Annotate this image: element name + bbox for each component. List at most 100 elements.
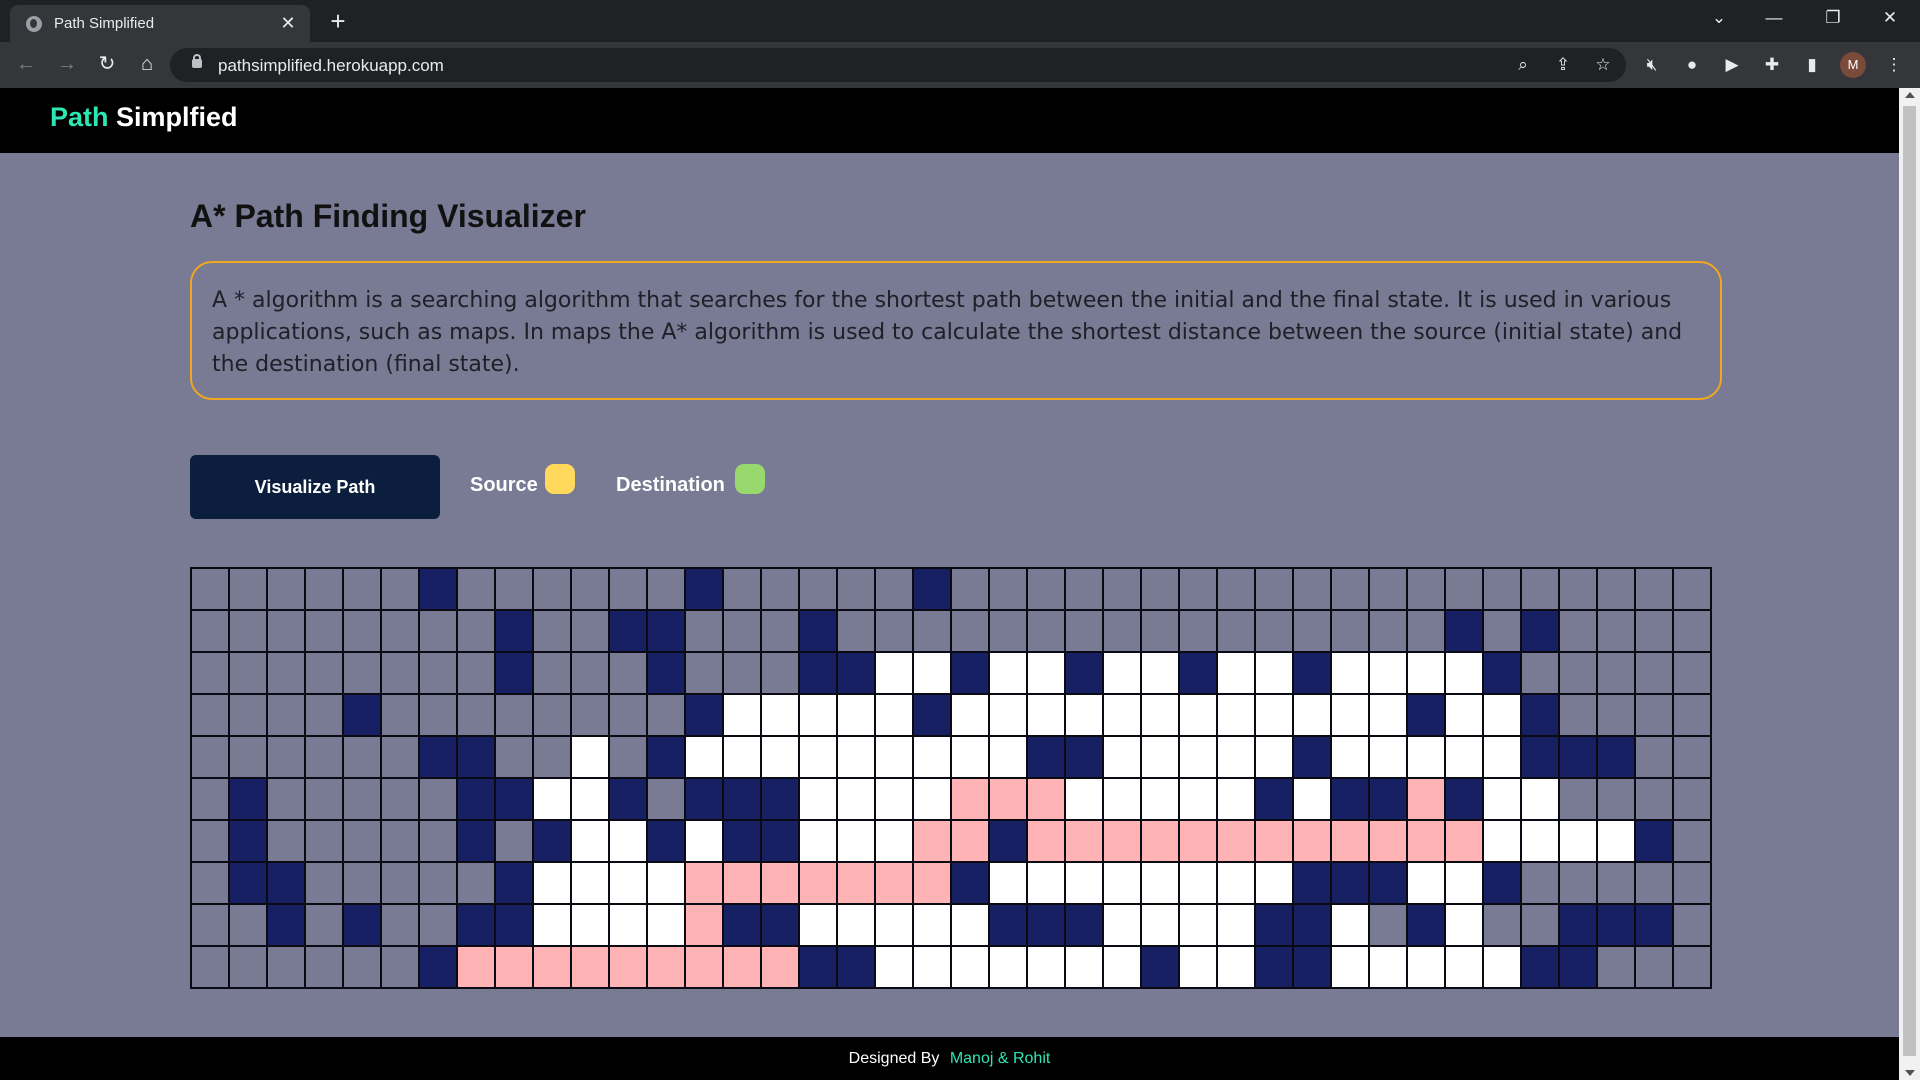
grid-cell-empty[interactable] xyxy=(1066,611,1104,653)
grid-cell-path[interactable] xyxy=(762,947,800,989)
grid-cell-visited[interactable] xyxy=(914,779,952,821)
grid-cell-wall[interactable] xyxy=(762,821,800,863)
grid-cell-visited[interactable] xyxy=(952,737,990,779)
extension-icon[interactable]: ● xyxy=(1678,51,1706,79)
address-bar[interactable]: pathsimplified.herokuapp.com ⌕ ⇪ ☆ xyxy=(170,48,1626,82)
grid-cell-empty[interactable] xyxy=(1104,569,1142,611)
grid-cell-visited[interactable] xyxy=(800,695,838,737)
home-icon[interactable]: ⌂ xyxy=(133,50,161,78)
grid-cell-wall[interactable] xyxy=(762,779,800,821)
forward-icon[interactable]: → xyxy=(53,50,81,78)
grid-cell-empty[interactable] xyxy=(382,779,420,821)
grid-cell-empty[interactable] xyxy=(1028,569,1066,611)
grid-cell-empty[interactable] xyxy=(1598,947,1636,989)
grid-cell-empty[interactable] xyxy=(1104,611,1142,653)
grid-cell-wall[interactable] xyxy=(458,905,496,947)
grid-cell-empty[interactable] xyxy=(192,863,230,905)
grid-cell-visited[interactable] xyxy=(610,821,648,863)
grid-cell-wall[interactable] xyxy=(648,737,686,779)
grid-cell-empty[interactable] xyxy=(990,611,1028,653)
grid-cell-empty[interactable] xyxy=(382,947,420,989)
grid-cell-wall[interactable] xyxy=(800,611,838,653)
grid-cell-visited[interactable] xyxy=(1028,863,1066,905)
grid-cell-wall[interactable] xyxy=(1028,905,1066,947)
grid-cell-empty[interactable] xyxy=(1446,569,1484,611)
grid-cell-visited[interactable] xyxy=(952,947,990,989)
grid-cell-empty[interactable] xyxy=(344,821,382,863)
grid-cell-wall[interactable] xyxy=(1636,905,1674,947)
grid-cell-empty[interactable] xyxy=(534,653,572,695)
grid-cell-visited[interactable] xyxy=(1218,737,1256,779)
grid-cell-empty[interactable] xyxy=(230,947,268,989)
grid-cell-empty[interactable] xyxy=(1484,569,1522,611)
grid-cell-wall[interactable] xyxy=(344,905,382,947)
grid-cell-path[interactable] xyxy=(572,947,610,989)
grid-cell-visited[interactable] xyxy=(914,737,952,779)
grid-cell-empty[interactable] xyxy=(1598,863,1636,905)
grid-cell-visited[interactable] xyxy=(1294,695,1332,737)
side-panel-icon[interactable]: ▮ xyxy=(1798,51,1826,79)
grid-cell-wall[interactable] xyxy=(648,653,686,695)
grid-cell-visited[interactable] xyxy=(1104,947,1142,989)
grid-cell-visited[interactable] xyxy=(572,863,610,905)
grid-cell-empty[interactable] xyxy=(306,821,344,863)
grid-cell-wall[interactable] xyxy=(1560,737,1598,779)
grid-cell-visited[interactable] xyxy=(876,653,914,695)
grid-cell-wall[interactable] xyxy=(1408,695,1446,737)
grid-cell-empty[interactable] xyxy=(1636,947,1674,989)
grid-cell-wall[interactable] xyxy=(1598,905,1636,947)
grid-cell-empty[interactable] xyxy=(458,695,496,737)
grid-cell-empty[interactable] xyxy=(458,611,496,653)
grid-cell-visited[interactable] xyxy=(534,863,572,905)
visualize-path-button[interactable]: Visualize Path xyxy=(190,455,440,519)
grid-cell-path[interactable] xyxy=(838,863,876,905)
grid-cell-visited[interactable] xyxy=(876,821,914,863)
grid-cell-empty[interactable] xyxy=(306,905,344,947)
grid-cell-empty[interactable] xyxy=(1674,863,1712,905)
grid-cell-visited[interactable] xyxy=(1370,695,1408,737)
grid-cell-visited[interactable] xyxy=(1066,863,1104,905)
grid-cell-wall[interactable] xyxy=(268,905,306,947)
grid-cell-visited[interactable] xyxy=(1104,863,1142,905)
grid-cell-empty[interactable] xyxy=(420,653,458,695)
grid-cell-empty[interactable] xyxy=(1560,569,1598,611)
grid-cell-wall[interactable] xyxy=(1408,905,1446,947)
grid-cell-path[interactable] xyxy=(1408,821,1446,863)
grid-cell-visited[interactable] xyxy=(1522,821,1560,863)
grid-cell-visited[interactable] xyxy=(1180,695,1218,737)
grid-cell-empty[interactable] xyxy=(344,863,382,905)
grid-cell-empty[interactable] xyxy=(192,947,230,989)
grid-cell-empty[interactable] xyxy=(1636,611,1674,653)
share-icon[interactable]: ⇪ xyxy=(1550,52,1576,78)
grid-cell-visited[interactable] xyxy=(1370,947,1408,989)
minimize-icon[interactable]: — xyxy=(1762,8,1786,28)
grid-cell-visited[interactable] xyxy=(534,779,572,821)
grid-cell-path[interactable] xyxy=(686,863,724,905)
grid-cell-empty[interactable] xyxy=(1332,569,1370,611)
grid-cell-path[interactable] xyxy=(1370,821,1408,863)
grid-cell-empty[interactable] xyxy=(344,737,382,779)
grid-cell-empty[interactable] xyxy=(648,569,686,611)
grid-cell-path[interactable] xyxy=(952,779,990,821)
grid-cell-empty[interactable] xyxy=(1674,779,1712,821)
grid-cell-wall[interactable] xyxy=(1294,905,1332,947)
grid-cell-wall[interactable] xyxy=(610,611,648,653)
grid-cell-empty[interactable] xyxy=(1674,947,1712,989)
grid-cell-empty[interactable] xyxy=(610,695,648,737)
grid-cell-empty[interactable] xyxy=(1142,611,1180,653)
new-tab-button[interactable]: + xyxy=(324,6,352,36)
grid-cell-empty[interactable] xyxy=(268,569,306,611)
grid-cell-path[interactable] xyxy=(1142,821,1180,863)
grid-cell-visited[interactable] xyxy=(1142,737,1180,779)
grid-cell-visited[interactable] xyxy=(1332,653,1370,695)
grid-cell-empty[interactable] xyxy=(230,569,268,611)
scroll-down-arrow-icon[interactable] xyxy=(1905,1070,1915,1076)
grid-cell-visited[interactable] xyxy=(1370,653,1408,695)
grid-cell-visited[interactable] xyxy=(990,947,1028,989)
grid-cell-empty[interactable] xyxy=(610,569,648,611)
grid-cell-empty[interactable] xyxy=(1256,569,1294,611)
grid-cell-visited[interactable] xyxy=(914,905,952,947)
grid-cell-empty[interactable] xyxy=(382,611,420,653)
grid-cell-empty[interactable] xyxy=(1674,611,1712,653)
grid-cell-wall[interactable] xyxy=(496,905,534,947)
